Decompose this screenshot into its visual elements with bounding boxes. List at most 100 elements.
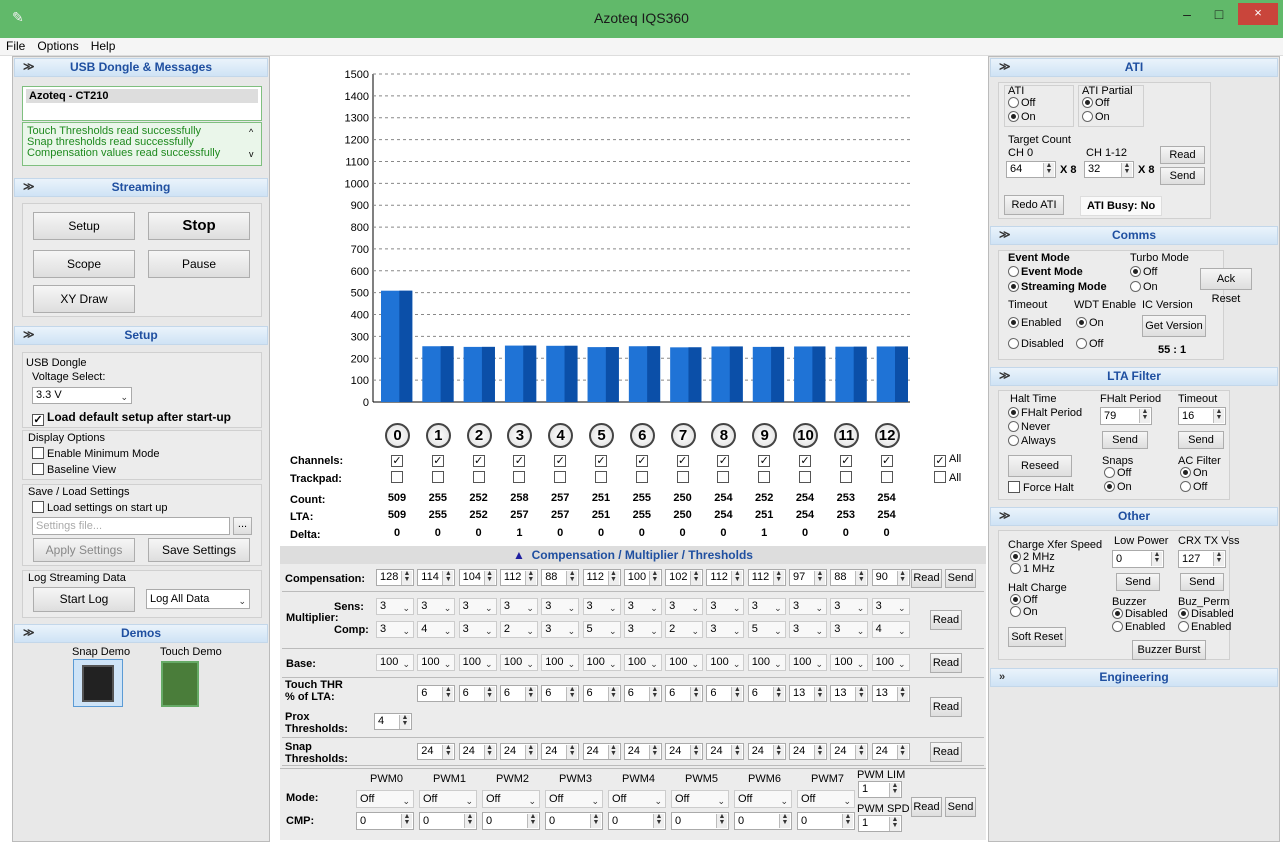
comp-select[interactable]: 2 ⌄	[499, 621, 538, 638]
collapse-chevron-icon[interactable]: ≫	[999, 368, 1011, 385]
pwm-cmp-input[interactable]: 0 ▲ ▼	[734, 812, 792, 830]
compensation-input[interactable]: 112 ▲ ▼	[582, 569, 621, 586]
trackpad-checkbox[interactable]	[635, 471, 651, 484]
compensation-input[interactable]: 88 ▲ ▼	[830, 569, 869, 586]
collapse-chevron-icon[interactable]: ≫	[999, 227, 1011, 244]
thresholds-read-button[interactable]: Read	[930, 697, 962, 717]
snap-threshold-input[interactable]: 24 ▲ ▼	[871, 743, 910, 760]
touch-threshold-input[interactable]: 6 ▲ ▼	[541, 685, 580, 702]
sens-select[interactable]: 3 ⌄	[706, 598, 745, 615]
trackpad-checkbox[interactable]	[717, 471, 732, 484]
compensation-input[interactable]: 100 ▲ ▼	[623, 569, 662, 586]
trackpad-checkbox[interactable]	[758, 471, 773, 484]
snap-threshold-input[interactable]: 24 ▲ ▼	[706, 743, 745, 760]
channel-checkbox[interactable]: ✓	[513, 453, 528, 467]
trackpad-checkbox[interactable]	[839, 471, 855, 484]
touch-threshold-input[interactable]: 6 ▲ ▼	[582, 685, 621, 702]
scope-button[interactable]: Scope	[33, 250, 135, 278]
comp-select[interactable]: 3 ⌄	[623, 621, 662, 638]
compensation-input[interactable]: 114 ▲ ▼	[417, 569, 456, 586]
trackpad-checkbox[interactable]	[391, 471, 406, 484]
base-read-button[interactable]: Read	[930, 653, 962, 673]
pwm-mode-select[interactable]: Off ⌄	[797, 790, 855, 808]
touch-demo-button[interactable]	[161, 661, 199, 707]
base-select[interactable]: 100 ⌄	[747, 654, 786, 671]
touch-threshold-input[interactable]: 6 ▲ ▼	[623, 685, 662, 702]
snap-threshold-input[interactable]: 24 ▲ ▼	[789, 743, 827, 760]
timeout-disabled-radio[interactable]: Disabled	[1008, 338, 1064, 350]
touch-threshold-input[interactable]: 6 ▲ ▼	[747, 685, 786, 702]
snaps-off-radio[interactable]: Off	[1104, 467, 1131, 479]
pwm-mode-select[interactable]: Off ⌄	[356, 790, 414, 808]
message-box[interactable]: Touch Thresholds read successfully Snap …	[22, 122, 262, 166]
all-channels-checkbox[interactable]: ✓ All	[934, 453, 961, 467]
close-button[interactable]: ×	[1238, 3, 1278, 25]
collapse-chevron-icon[interactable]: ≫	[999, 59, 1011, 76]
low-power-input[interactable]: 0 ▲ ▼	[1112, 550, 1164, 568]
channel-checkbox[interactable]: ✓	[676, 453, 692, 467]
comp-select[interactable]: 3 ⌄	[541, 621, 580, 638]
touch-threshold-input[interactable]: 13 ▲ ▼	[871, 685, 910, 702]
pwm-cmp-input[interactable]: 0 ▲ ▼	[797, 812, 855, 830]
touch-threshold-input[interactable]: 13 ▲ ▼	[789, 685, 827, 702]
enable-minimum-checkbox[interactable]: Enable Minimum Mode	[32, 447, 160, 460]
turbo-on-radio[interactable]: On	[1130, 281, 1158, 293]
prox-threshold-input[interactable]: 4 ▲ ▼	[374, 713, 412, 730]
base-select[interactable]: 100 ⌄	[623, 654, 662, 671]
get-version-button[interactable]: Get Version	[1142, 315, 1206, 337]
streaming-section-header[interactable]: ≫ Streaming	[14, 178, 268, 197]
setup-button[interactable]: Setup	[33, 212, 135, 240]
reseed-button[interactable]: Reseed	[1008, 455, 1072, 477]
soft-reset-button[interactable]: Soft Reset	[1008, 627, 1066, 647]
stop-button[interactable]: Stop	[148, 212, 250, 240]
channel-checkbox[interactable]: ✓	[431, 453, 447, 467]
pwm-cmp-input[interactable]: 0 ▲ ▼	[482, 812, 540, 830]
trackpad-checkbox[interactable]	[472, 471, 488, 484]
compensation-input[interactable]: 128 ▲ ▼	[376, 569, 414, 586]
collapse-chevron-icon[interactable]: ≫	[23, 625, 35, 642]
sens-select[interactable]: 3 ⌄	[665, 598, 704, 615]
sens-select[interactable]: 3 ⌄	[458, 598, 497, 615]
save-settings-button[interactable]: Save Settings	[148, 538, 250, 562]
menu-options[interactable]: Options	[31, 38, 84, 53]
scroll-down-icon[interactable]: v	[249, 149, 254, 159]
crx-tx-vss-input[interactable]: 127 ▲ ▼	[1178, 550, 1226, 568]
buzzer-disabled-radio[interactable]: Disabled	[1112, 608, 1168, 620]
log-mode-select[interactable]: Log All Data ⌄	[146, 589, 250, 609]
all-trackpad-checkbox[interactable]: All	[934, 471, 961, 484]
trackpad-checkbox[interactable]	[676, 471, 692, 484]
apply-settings-button[interactable]: Apply Settings	[33, 538, 135, 562]
pwm-spd-input[interactable]: 1 ▲ ▼	[858, 815, 902, 832]
force-halt-checkbox[interactable]: Force Halt	[1008, 481, 1074, 494]
voltage-select[interactable]: 3.3 V ⌄	[32, 387, 132, 404]
trackpad-checkbox[interactable]	[431, 471, 447, 484]
turbo-off-radio[interactable]: Off	[1130, 266, 1157, 278]
channel-checkbox[interactable]: ✓	[880, 453, 896, 467]
snap-threshold-input[interactable]: 24 ▲ ▼	[499, 743, 538, 760]
snap-threshold-input[interactable]: 24 ▲ ▼	[623, 743, 662, 760]
pwm-read-button[interactable]: Read	[911, 797, 942, 817]
channel-checkbox[interactable]: ✓	[839, 453, 855, 467]
ati-section-header[interactable]: ≫ ATI	[990, 58, 1278, 77]
sens-select[interactable]: 3 ⌄	[376, 598, 414, 615]
buz-perm-enabled-radio[interactable]: Enabled	[1178, 621, 1231, 633]
base-select[interactable]: 100 ⌄	[376, 654, 414, 671]
trackpad-checkbox[interactable]	[799, 471, 814, 484]
touch-threshold-input[interactable]: 6 ▲ ▼	[706, 685, 745, 702]
comp-select[interactable]: 3 ⌄	[830, 621, 869, 638]
lta-section-header[interactable]: ≫ LTA Filter	[990, 367, 1278, 386]
sens-select[interactable]: 3 ⌄	[499, 598, 538, 615]
snap-threshold-input[interactable]: 24 ▲ ▼	[582, 743, 621, 760]
pwm-mode-select[interactable]: Off ⌄	[419, 790, 477, 808]
trackpad-checkbox[interactable]	[595, 471, 610, 484]
collapse-chevron-icon[interactable]: ≫	[23, 179, 35, 196]
buzzer-enabled-radio[interactable]: Enabled	[1112, 621, 1165, 633]
settings-file-input[interactable]: Settings file...	[32, 517, 230, 535]
sens-select[interactable]: 3 ⌄	[541, 598, 580, 615]
touch-threshold-input[interactable]: 6 ▲ ▼	[499, 685, 538, 702]
charge-2mhz-radio[interactable]: 2 MHz	[1010, 551, 1055, 563]
comp-select[interactable]: 4 ⌄	[417, 621, 456, 638]
minimize-button[interactable]: –	[1172, 4, 1202, 26]
wdt-on-radio[interactable]: On	[1076, 317, 1104, 329]
comms-section-header[interactable]: ≫ Comms	[990, 226, 1278, 245]
